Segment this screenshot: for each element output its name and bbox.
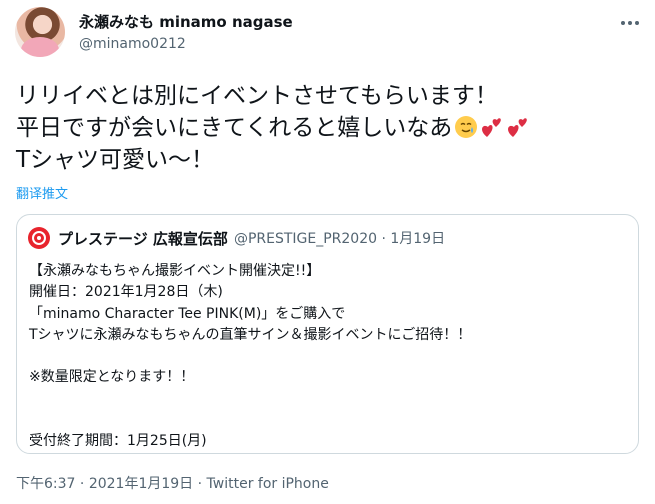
quote-line: 開催日：2021年1月28日（木) <box>29 284 223 301</box>
meta-separator: · <box>75 476 89 492</box>
two-hearts-emoji-icon <box>482 118 502 137</box>
meta-separator: · <box>193 476 207 492</box>
quote-author-handle: @PRESTIGE_PR2020 · 1月19日 <box>233 231 446 247</box>
quote-line: 「minamo Character Tee PINK(M)」をご購入で <box>29 305 346 322</box>
quote-line: 【永瀬みなもちゃん撮影イベント開催決定!!】 <box>29 263 321 279</box>
quote-line: 受付終了期間：1月25日(月) <box>29 433 207 450</box>
tweet-time-link[interactable]: 下午6:37 <box>16 476 75 492</box>
quote-line <box>29 346 629 367</box>
tear-smile-emoji-icon <box>455 116 478 138</box>
quote-line: Tシャツに永瀬みなもちゃんの直筆サイン＆撮影イベントにご招待！！ <box>29 326 472 343</box>
tweet-line-text: 平日ですが会いにきてくれると嬉しいなあ <box>16 115 453 141</box>
tweet-line: リリイベとは別にイベントさせてもらいます！ <box>16 83 498 109</box>
quote-line <box>29 410 629 431</box>
quote-header: プレステージ 広報宣伝部 @PRESTIGE_PR2020 · 1月19日 <box>28 227 445 249</box>
prestige-logo-icon[interactable] <box>28 227 50 249</box>
more-dot-icon <box>628 21 632 25</box>
quote-line <box>29 389 629 410</box>
translate-tweet-link[interactable]: 翻译推文 <box>16 183 68 202</box>
quoted-tweet[interactable]: プレステージ 広報宣伝部 @PRESTIGE_PR2020 · 1月19日 【永… <box>16 214 639 454</box>
more-dot-icon <box>621 21 625 25</box>
tweet-date-link[interactable]: 2021年1月19日 <box>89 476 193 492</box>
author-handle[interactable]: @minamo0212 <box>79 36 186 52</box>
tweet-source-link[interactable]: Twitter for iPhone <box>207 476 329 492</box>
two-hearts-emoji-icon <box>508 118 528 137</box>
tweet: 永瀬みなも minamo nagase @minamo0212 リリイベとは別に… <box>0 0 655 504</box>
more-options-button[interactable] <box>616 12 644 34</box>
display-name[interactable]: 永瀬みなも minamo nagase <box>79 11 293 32</box>
tweet-meta: 下午6:37 · 2021年1月19日 · Twitter for iPhone <box>16 473 329 493</box>
tweet-line: 平日ですが会いにきてくれると嬉しいなあ <box>16 112 636 144</box>
quote-body: 【永瀬みなもちゃん撮影イベント開催決定!!】 開催日：2021年1月28日（木)… <box>29 261 629 453</box>
more-dot-icon <box>635 21 639 25</box>
quote-author-name: プレステージ 広報宣伝部 <box>58 229 228 248</box>
tweet-line: Tシャツ可愛い〜！ <box>16 147 215 173</box>
tweet-text: リリイベとは別にイベントさせてもらいます！ 平日ですが会いにきてくれると嬉しいな… <box>16 80 636 176</box>
avatar[interactable] <box>15 7 65 57</box>
quote-line: ※数量限定となります！！ <box>29 369 195 386</box>
